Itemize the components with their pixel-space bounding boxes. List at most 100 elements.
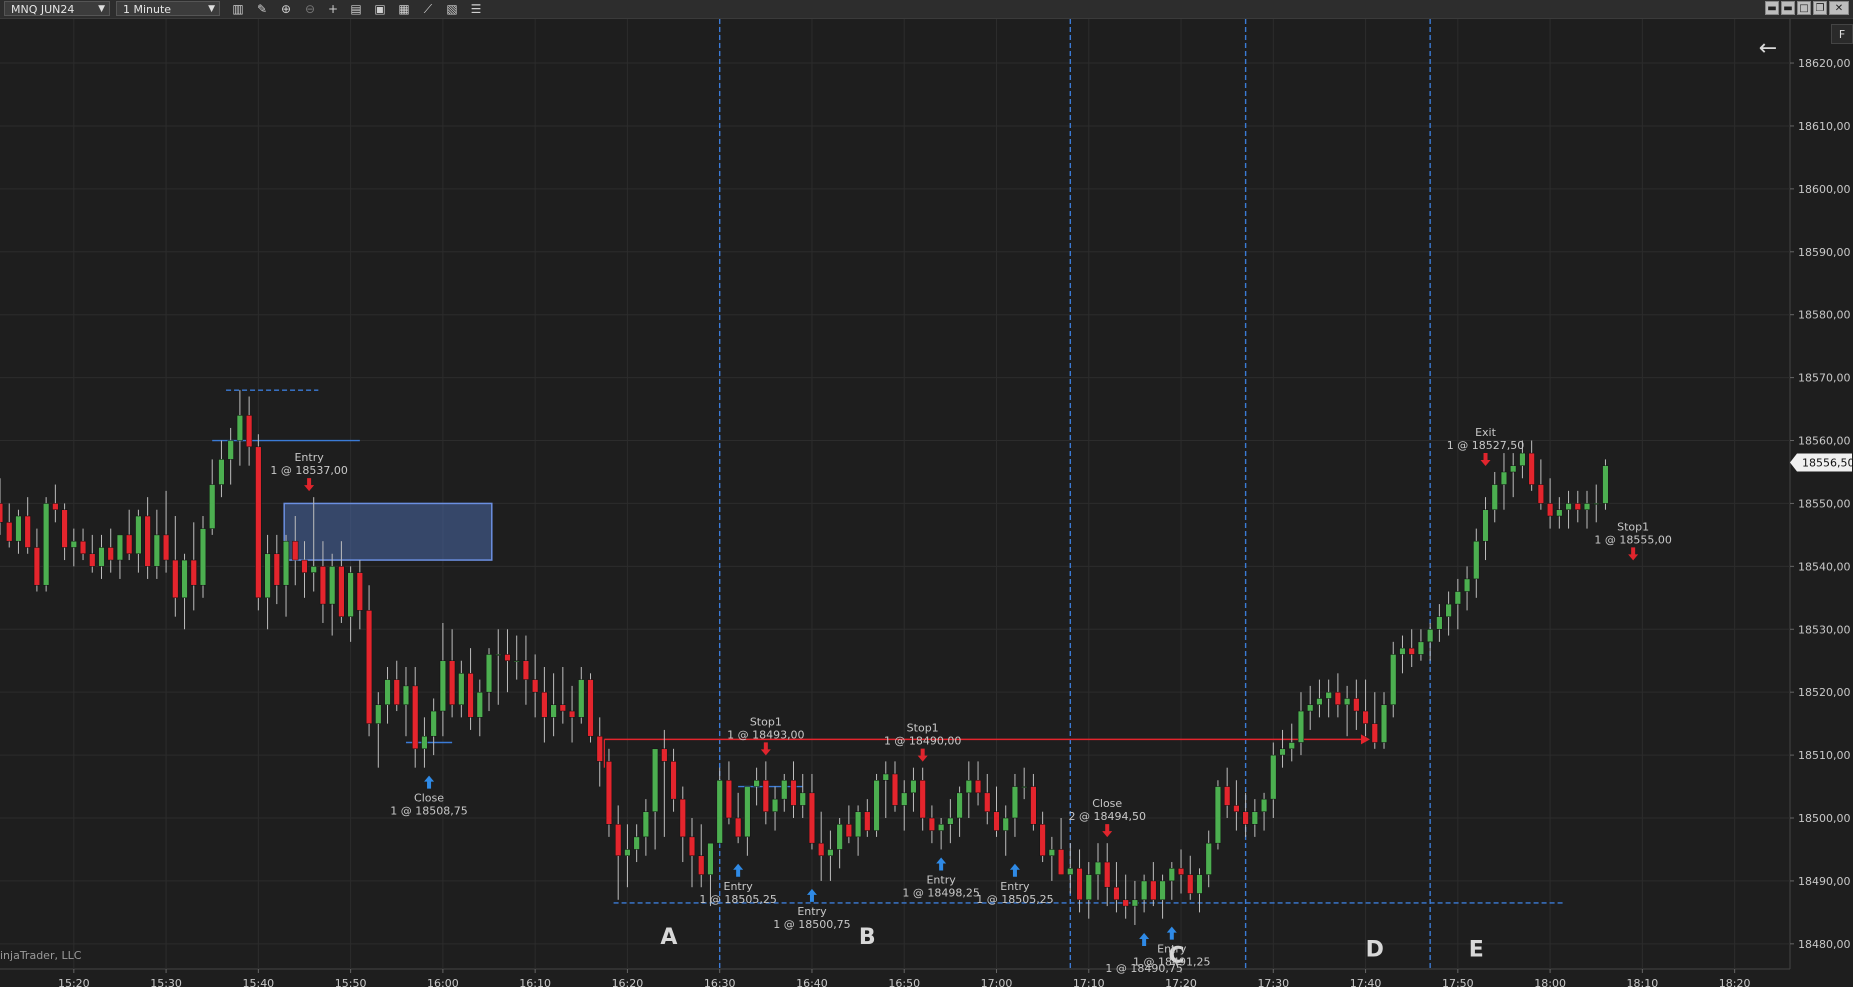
candle-body <box>559 704 566 712</box>
price-tick-label: 18520,00 <box>1798 686 1851 699</box>
candle-body <box>264 553 271 599</box>
candle-body <box>1288 742 1295 750</box>
menu-icon[interactable]: ☰ <box>467 1 485 17</box>
candle-body <box>1445 603 1452 617</box>
indicators-icon[interactable]: ▦ <box>395 1 413 17</box>
candle-body <box>1057 849 1065 875</box>
candle-body <box>974 780 982 794</box>
pencil-icon[interactable]: ✎ <box>253 1 271 17</box>
time-tick-label: 15:50 <box>335 977 367 987</box>
candle-body <box>1528 452 1535 485</box>
price-tick-label: 18480,00 <box>1798 938 1851 951</box>
time-tick-label: 17:00 <box>981 977 1013 987</box>
candle-body <box>1602 465 1609 504</box>
crosshair-icon[interactable]: + <box>324 1 342 17</box>
candle-body <box>495 654 502 656</box>
candle-body <box>356 572 363 611</box>
candle-body <box>43 503 50 586</box>
candle-body <box>993 811 1000 831</box>
trade-title: Entry <box>797 905 827 918</box>
candle-body <box>965 780 972 794</box>
candle-body <box>1463 578 1471 592</box>
price-tick-label: 18540,00 <box>1798 560 1851 573</box>
chart-toolbar: MNQ JUN24 ▼ 1 Minute ▼ ▥ ✎ ⊕ ⊖ + ▤ ▣ ▦ ⟋… <box>0 0 1853 19</box>
time-tick-label: 16:30 <box>704 977 736 987</box>
candle-body <box>1233 805 1240 812</box>
candle-body <box>956 792 963 819</box>
templates-icon[interactable]: ▧ <box>443 1 461 17</box>
interval-label: 1 Minute <box>123 3 172 16</box>
candle-body <box>126 534 133 555</box>
candle-body <box>808 792 816 844</box>
interval-selector[interactable]: 1 Minute ▼ <box>116 1 220 16</box>
candle-body <box>1546 503 1554 517</box>
trade-detail: 1 @ 18527,50 <box>1447 439 1524 452</box>
candle-body <box>1427 629 1434 643</box>
time-tick-label: 16:40 <box>796 977 828 987</box>
candle-body <box>1519 452 1526 466</box>
candle-body <box>0 503 4 523</box>
zoom-in-icon[interactable]: ⊕ <box>277 1 295 17</box>
candle-body <box>1076 868 1083 901</box>
side-panel-button[interactable]: F <box>1831 24 1853 44</box>
candle-body <box>661 748 668 762</box>
candle-body <box>1104 861 1111 888</box>
candle-body <box>624 849 631 857</box>
time-tick-label: 17:20 <box>1165 977 1197 987</box>
maximize-icon[interactable]: □ <box>1797 1 1811 15</box>
time-tick-label: 17:10 <box>1073 977 1105 987</box>
candle-body <box>1417 641 1425 655</box>
candle-body <box>209 484 216 529</box>
candle-body <box>1196 874 1203 894</box>
data-box-icon[interactable]: ▤ <box>347 1 365 17</box>
candle-body <box>1537 484 1544 504</box>
window-restore-icon[interactable]: ❐ <box>1813 1 1827 15</box>
price-tick-label: 18500,00 <box>1798 812 1851 825</box>
candle-body <box>1399 647 1406 655</box>
candle-body <box>365 610 373 724</box>
candle-body <box>1574 503 1581 510</box>
back-arrow-icon: ← <box>1759 36 1777 61</box>
strategies-icon[interactable]: ⟋ <box>419 1 437 17</box>
time-tick-label: 15:40 <box>242 977 274 987</box>
trade-title: Entry <box>1157 943 1187 956</box>
restore-icon[interactable]: ▬ <box>1765 1 1779 15</box>
candle-body <box>550 704 557 718</box>
zoom-out-icon[interactable]: ⊖ <box>301 1 319 17</box>
candle-body <box>864 811 871 831</box>
candle-body <box>1030 786 1037 825</box>
trade-detail: 1 @ 18500,75 <box>773 918 850 931</box>
trade-title: Entry <box>724 880 754 893</box>
price-chart[interactable]: 18620,00 18610,00 18600,00 18590,00 18580,00… <box>0 19 1853 987</box>
candle-body <box>1039 824 1046 857</box>
candle-body <box>605 761 613 825</box>
close-icon[interactable]: ✕ <box>1829 1 1849 15</box>
candle-body <box>790 780 797 806</box>
candle-body <box>1325 691 1332 699</box>
candle-body <box>227 440 234 460</box>
properties-icon[interactable]: ▣ <box>371 1 389 17</box>
restore-icon[interactable]: ▬ <box>1781 1 1795 15</box>
candle-body <box>854 811 862 838</box>
trade-title: Entry <box>294 451 324 464</box>
candle-body <box>1307 704 1314 712</box>
candle-body <box>928 817 936 831</box>
candle-body <box>1224 786 1231 806</box>
candle-body <box>596 735 603 762</box>
time-tick-label: 18:00 <box>1534 977 1566 987</box>
chevron-down-icon: ▼ <box>98 4 105 14</box>
trade-detail: 1 @ 18537,00 <box>270 464 347 477</box>
candle-body <box>1141 880 1148 901</box>
price-tick-label: 18580,00 <box>1798 309 1851 322</box>
bar-type-icon[interactable]: ▥ <box>229 1 247 17</box>
candle-body <box>190 559 197 586</box>
candle-body <box>1353 698 1360 712</box>
candle-body <box>1436 616 1443 630</box>
candle-body <box>1344 698 1351 706</box>
candle-body <box>172 559 179 599</box>
section-label-e: E <box>1469 937 1484 962</box>
candle-body <box>1593 503 1600 505</box>
candle-body <box>1067 868 1074 875</box>
time-tick-label: 18:10 <box>1627 977 1659 987</box>
instrument-selector[interactable]: MNQ JUN24 ▼ <box>4 1 110 16</box>
